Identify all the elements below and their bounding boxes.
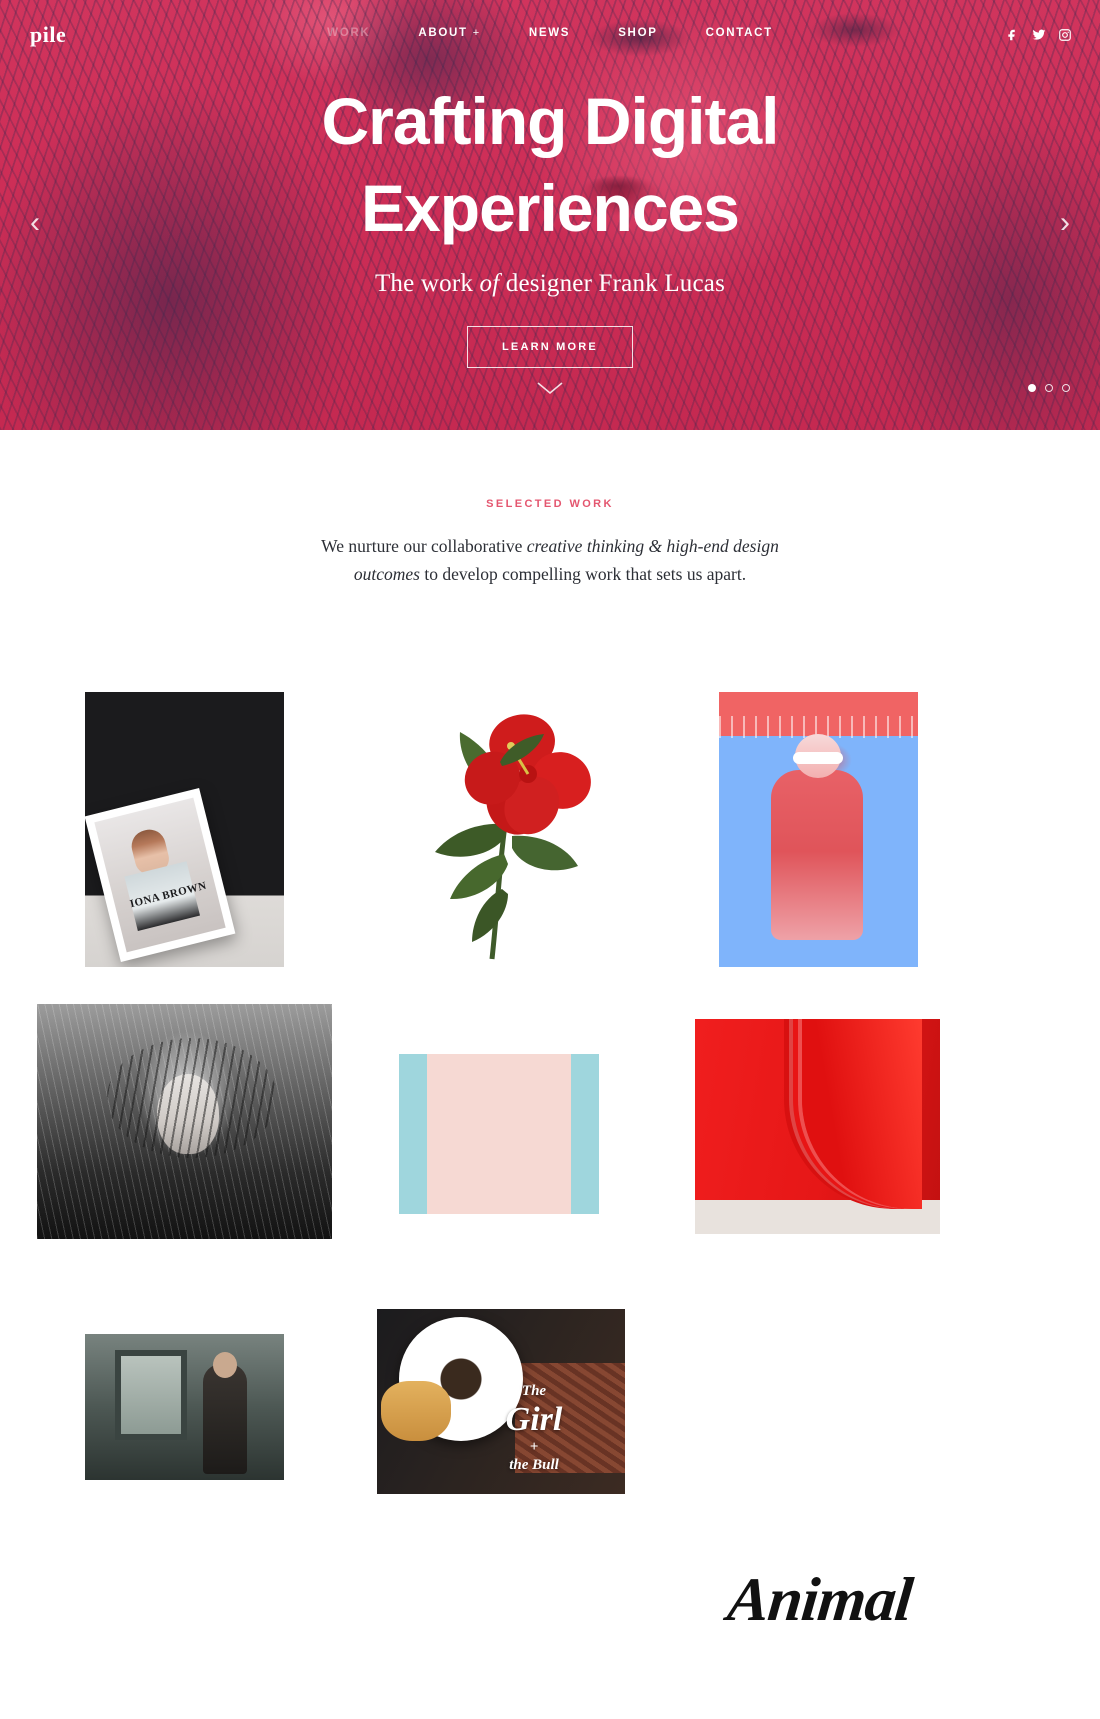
slider-next-arrow[interactable]: › <box>1060 208 1070 238</box>
food-artwork: The Girl + the Bull <box>377 1309 625 1494</box>
nav-item-shop[interactable]: SHOP <box>594 27 681 39</box>
slider-dot-1[interactable] <box>1028 384 1036 392</box>
flower-artwork <box>380 684 620 974</box>
window-figure <box>203 1364 247 1474</box>
learn-more-button[interactable]: LEARN MORE <box>467 326 633 369</box>
lede-part-2: to develop compelling work that sets us … <box>420 564 747 584</box>
portfolio-item-pool[interactable] <box>719 692 918 967</box>
selected-work-header: SELECTED WORK We nurture our collaborati… <box>0 430 1100 588</box>
hero-section: pile WORK ABOUT + NEWS SHOP CONTACT Craft… <box>0 0 1100 430</box>
bw-hair <box>107 1038 277 1158</box>
food-caption-line-3: + <box>529 1439 539 1456</box>
hero-title-line-2: Experiences <box>361 171 740 246</box>
social-links <box>1006 28 1072 42</box>
facebook-icon[interactable] <box>1006 28 1020 42</box>
section-lede: We nurture our collaborative creative th… <box>310 532 790 588</box>
instagram-icon[interactable] <box>1058 28 1072 42</box>
scroll-down-chevron-icon[interactable] <box>0 382 1100 396</box>
nav-about-plus-icon: + <box>472 27 481 39</box>
slider-dot-3[interactable] <box>1062 384 1070 392</box>
hibiscus-svg <box>435 714 591 960</box>
top-navigation-bar: pile WORK ABOUT + NEWS SHOP CONTACT <box>0 0 1100 70</box>
twitter-icon[interactable] <box>1032 28 1046 42</box>
portfolio-item-food[interactable]: The Girl + the Bull <box>377 1309 625 1494</box>
portfolio-item-bw-portrait[interactable] <box>37 1004 332 1239</box>
pool-artwork <box>719 692 918 967</box>
nav-item-news[interactable]: NEWS <box>505 27 594 39</box>
lede-part-1: We nurture our collaborative <box>321 536 527 556</box>
food-script-caption: The Girl + the Bull <box>469 1383 599 1474</box>
food-bread <box>381 1381 451 1441</box>
hero-subtitle-italic: of <box>479 270 500 298</box>
portfolio-item-window[interactable] <box>85 1334 284 1480</box>
hero-title-line-1: Crafting Digital <box>321 84 780 158</box>
nav-item-contact[interactable]: CONTACT <box>682 27 797 39</box>
main-nav: WORK ABOUT + NEWS SHOP CONTACT <box>0 27 1100 39</box>
pool-swimsuit <box>771 770 863 940</box>
food-caption-line-1: The <box>521 1383 547 1399</box>
food-caption-line-2: Girl <box>505 1401 563 1439</box>
portfolio-grid: IONA BROWN The Girl + the Bull <box>0 644 1100 1544</box>
dress-artwork <box>399 1054 599 1214</box>
portfolio-item-flower[interactable] <box>380 684 620 974</box>
food-caption-line-4: the Bull <box>509 1456 559 1473</box>
bw-portrait-artwork <box>37 1004 332 1239</box>
portfolio-item-red-paper[interactable] <box>695 1019 940 1234</box>
window-pane <box>115 1350 187 1440</box>
magazine-card <box>85 787 236 963</box>
pool-sunglasses <box>793 752 843 764</box>
magazine-cover-photo <box>94 797 226 953</box>
magazine-artwork: IONA BROWN <box>85 692 284 967</box>
window-artwork <box>85 1334 284 1480</box>
red-paper-artwork <box>695 1019 940 1234</box>
hero-subtitle: The work of designer Frank Lucas <box>0 270 1100 298</box>
dress-pattern <box>427 1054 571 1214</box>
section-eyebrow: SELECTED WORK <box>486 498 614 510</box>
nav-item-about[interactable]: ABOUT + <box>394 27 505 39</box>
slider-prev-arrow[interactable]: ‹ <box>30 208 40 238</box>
slider-dot-2[interactable] <box>1045 384 1053 392</box>
nav-item-work[interactable]: WORK <box>303 27 394 39</box>
portfolio-item-magazine[interactable]: IONA BROWN <box>85 692 284 967</box>
window-figure-head <box>213 1352 237 1378</box>
hero-content: Crafting Digital Experiences The work of… <box>0 78 1100 369</box>
hero-title: Crafting Digital Experiences <box>0 78 1100 252</box>
hero-subtitle-part-2: designer Frank Lucas <box>499 270 726 298</box>
hero-subtitle-part-1: The work <box>374 270 480 298</box>
animal-brand-logo[interactable]: Animal <box>724 1565 915 1636</box>
slider-pagination <box>1028 384 1070 392</box>
portfolio-item-dress[interactable] <box>399 1054 599 1214</box>
